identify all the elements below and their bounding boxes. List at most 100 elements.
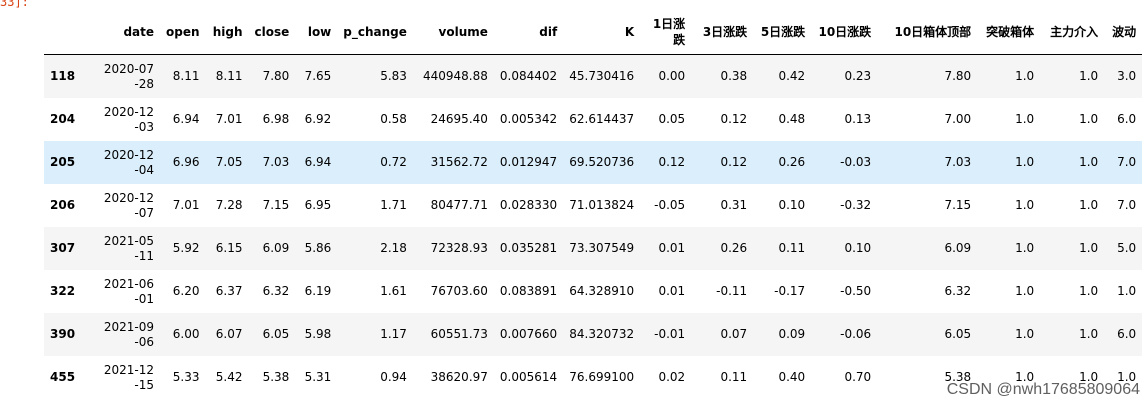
- column-header: 5日涨跌: [753, 10, 812, 55]
- row-index: 455: [50, 370, 76, 384]
- table-cell: 0.01: [658, 284, 686, 298]
- row-index: 322: [50, 284, 76, 298]
- table-header: date open high close low p_change volume dif K 1日…: [44, 10, 1143, 55]
- table-cell: 1.0: [1015, 155, 1035, 169]
- table-cell: 0.10: [778, 198, 806, 212]
- table-row[interactable]: 307 2021-05-11 5.92 6.15 6.09 5.86 2.18 72328.9…: [44, 227, 1143, 270]
- table-cell: 45.730416: [569, 69, 635, 83]
- column-header: 波动: [1104, 10, 1143, 55]
- table-cell: 64.328910: [569, 284, 635, 298]
- table-cell: 2.18: [380, 241, 407, 255]
- table-cell: 0.012947: [499, 155, 558, 169]
- table-cell: 1.0: [1079, 241, 1099, 255]
- table-cell: 1.0: [1015, 112, 1035, 126]
- table-cell: 6.09: [944, 241, 972, 255]
- table-cell: -0.11: [716, 284, 748, 298]
- table-cell: 0.70: [844, 370, 872, 384]
- table-cell: 76703.60: [430, 284, 488, 298]
- table-cell: 1.0: [1015, 327, 1035, 341]
- table-cell: 0.12: [658, 155, 686, 169]
- table-cell: 7.03: [944, 155, 972, 169]
- table-cell: 7.80: [944, 69, 972, 83]
- table-cell: 1.0: [1117, 284, 1137, 298]
- column-header: open: [160, 10, 206, 55]
- table-cell: 1.0: [1079, 112, 1099, 126]
- header-row: date open high close low p_change volume dif K 1日…: [44, 10, 1143, 55]
- row-index: 204: [50, 112, 76, 126]
- table-cell: 2020-07-28: [103, 61, 154, 91]
- table-cell: 0.084402: [499, 69, 558, 83]
- row-index: 390: [50, 327, 76, 341]
- table-cell: 2021-05-11: [103, 233, 154, 263]
- table-cell: 6.94: [304, 155, 332, 169]
- table-cell: 1.0: [1079, 198, 1099, 212]
- table-cell: 5.83: [380, 69, 407, 83]
- table-cell: 0.40: [778, 370, 806, 384]
- table-cell: 0.028330: [499, 198, 558, 212]
- table-cell: 5.33: [172, 370, 200, 384]
- table-cell: 6.37: [215, 284, 243, 298]
- column-header: 10日涨跌: [811, 10, 878, 55]
- table-cell: 1.0: [1079, 327, 1099, 341]
- table-cell: 7.0: [1117, 198, 1137, 212]
- column-header: low: [295, 10, 338, 55]
- table-row[interactable]: 322 2021-06-01 6.20 6.37 6.32 6.19 1.61 76703.6…: [44, 270, 1143, 313]
- table-cell: 0.083891: [499, 284, 558, 298]
- table-body: 118 2020-07-28 8.11 8.11 7.80 7.65 5.83 440948.…: [44, 54, 1143, 399]
- table-cell: 24695.40: [430, 112, 488, 126]
- table-cell: 6.32: [944, 284, 972, 298]
- column-header: p_change: [337, 10, 413, 55]
- table-cell: 0.035281: [499, 241, 558, 255]
- table-cell: 7.15: [944, 198, 972, 212]
- table-cell: 5.92: [172, 241, 200, 255]
- table-cell: 1.0: [1015, 241, 1035, 255]
- table-cell: 0.12: [720, 155, 748, 169]
- table-cell: 7.0: [1117, 155, 1137, 169]
- table-cell: 0.13: [844, 112, 872, 126]
- table-row[interactable]: 206 2020-12-07 7.01 7.28 7.15 6.95 1.71 80477.7…: [44, 184, 1143, 227]
- table-cell: -0.06: [840, 327, 872, 341]
- table-row[interactable]: 118 2020-07-28 8.11 8.11 7.80 7.65 5.83 440948.…: [44, 54, 1143, 98]
- table-cell: 5.38: [262, 370, 290, 384]
- table-row[interactable]: 205 2020-12-04 6.96 7.05 7.03 6.94 0.72 31562.7…: [44, 141, 1143, 184]
- table-cell: 7.00: [944, 112, 972, 126]
- table-cell: 2020-12-07: [103, 190, 154, 220]
- table-cell: 0.00: [658, 69, 686, 83]
- table-cell: 440948.88: [423, 69, 488, 83]
- table-cell: 7.28: [215, 198, 243, 212]
- table-cell: 0.02: [658, 370, 686, 384]
- table-cell: 0.94: [380, 370, 407, 384]
- table-cell: 7.80: [262, 69, 290, 83]
- table-cell: 0.38: [720, 69, 748, 83]
- table-cell: 62.614437: [569, 112, 635, 126]
- table-cell: 6.92: [304, 112, 332, 126]
- table-cell: 0.09: [778, 327, 806, 341]
- table-cell: 6.00: [172, 327, 200, 341]
- table-cell: 6.09: [262, 241, 290, 255]
- table-cell: 1.0: [1079, 69, 1099, 83]
- table-cell: 0.007660: [499, 327, 558, 341]
- table-cell: 6.07: [215, 327, 243, 341]
- table-cell: -0.03: [840, 155, 872, 169]
- table-cell: 38620.97: [430, 370, 488, 384]
- watermark: CSDN @nwh17685809064: [946, 381, 1140, 398]
- row-index: 205: [50, 155, 76, 169]
- table-cell: 6.15: [215, 241, 243, 255]
- table-cell: 2021-09-06: [103, 319, 154, 349]
- table-cell: 6.0: [1117, 327, 1137, 341]
- table-cell: 6.94: [172, 112, 200, 126]
- column-header: 主力介入: [1040, 10, 1105, 55]
- table-cell: 0.10: [844, 241, 872, 255]
- table-cell: 0.005614: [499, 370, 558, 384]
- column-header: close: [248, 10, 296, 55]
- column-header: 突破箱体: [977, 10, 1041, 55]
- table-row[interactable]: 204 2020-12-03 6.94 7.01 6.98 6.92 0.58 24695.4…: [44, 98, 1143, 141]
- table-cell: 3.0: [1117, 69, 1137, 83]
- table-cell: 5.42: [215, 370, 243, 384]
- table-cell: 1.61: [380, 284, 407, 298]
- table-row[interactable]: 390 2021-09-06 6.00 6.07 6.05 5.98 1.17 60551.7…: [44, 313, 1143, 356]
- table-cell: 1.0: [1079, 155, 1099, 169]
- table-cell: 6.05: [262, 327, 290, 341]
- table-cell: 5.86: [304, 241, 332, 255]
- table-cell: 6.32: [262, 284, 290, 298]
